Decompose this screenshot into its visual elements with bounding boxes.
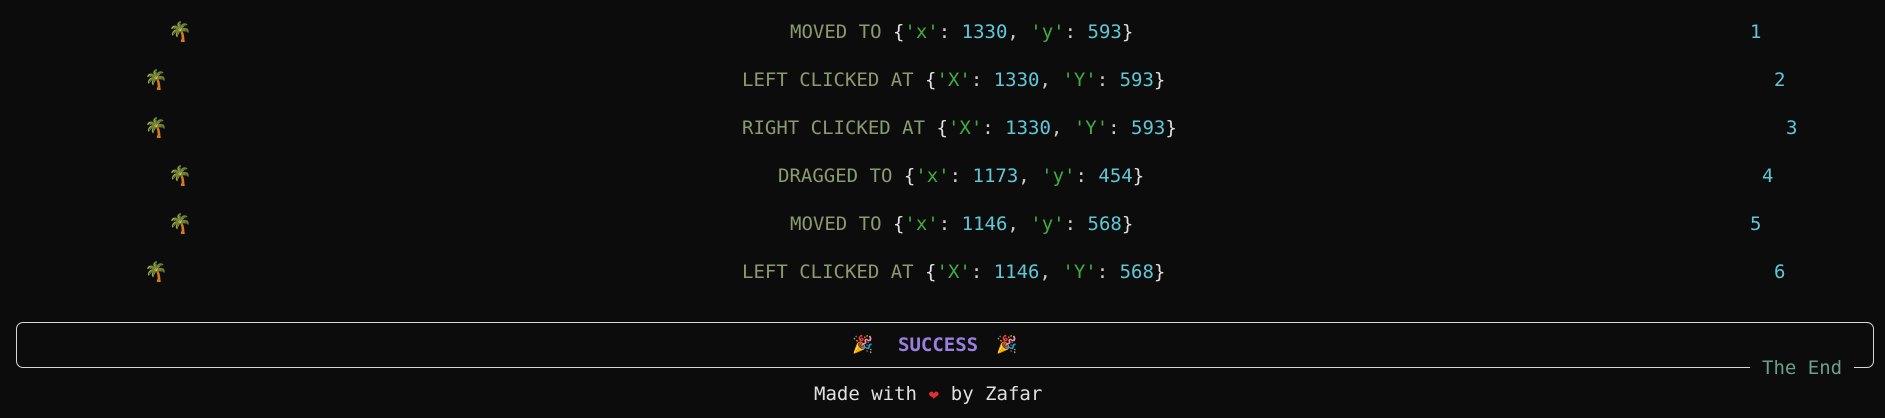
- log-action: DRAGGED TO: [778, 165, 893, 187]
- log-message: RIGHT CLICKED AT {'X': 1330, 'Y': 593}: [742, 117, 1177, 139]
- log-key-x: 'x': [904, 21, 939, 43]
- log-value-x: 1146: [961, 213, 1008, 235]
- footer-prefix: Made with: [814, 383, 917, 405]
- party-popper-icon: 🎉: [852, 335, 874, 355]
- log-row: 🌴 RIGHT CLICKED AT {'X': 1330, 'Y': 593}…: [0, 112, 1885, 144]
- log-value-x: 1330: [961, 21, 1008, 43]
- palm-tree-icon: 🌴: [168, 165, 192, 187]
- log-value-x: 1173: [972, 165, 1019, 187]
- log-value-y: 593: [1131, 117, 1166, 139]
- log-row: 🌴 LEFT CLICKED AT {'X': 1330, 'Y': 593} …: [0, 64, 1885, 96]
- log-action: LEFT CLICKED AT: [742, 69, 914, 91]
- log-value-x: 1146: [993, 261, 1040, 283]
- log-message: MOVED TO {'x': 1330, 'y': 593}: [790, 21, 1134, 43]
- log-key-x: 'x': [904, 213, 939, 235]
- log-value-y: 593: [1087, 21, 1122, 43]
- palm-tree-icon: 🌴: [144, 69, 168, 91]
- footer-credit: Made with ❤ by Zafar: [814, 378, 1042, 413]
- log-value-y: 568: [1087, 213, 1122, 235]
- log-index: 5: [1750, 213, 1762, 235]
- success-banner: 🎉 SUCCESS 🎉: [0, 328, 1885, 362]
- log-action: MOVED TO: [790, 21, 882, 43]
- log-key-x: 'x': [915, 165, 950, 187]
- log-key-y: 'y': [1030, 213, 1065, 235]
- log-value-y: 568: [1119, 261, 1154, 283]
- heart-icon: ❤: [928, 389, 940, 404]
- log-value-x: 1330: [993, 69, 1040, 91]
- success-label: SUCCESS: [898, 334, 979, 356]
- palm-tree-icon: 🌴: [144, 261, 168, 283]
- log-row: 🌴 MOVED TO {'x': 1330, 'y': 593} 1: [0, 16, 1885, 48]
- log-value-x: 1330: [1005, 117, 1051, 139]
- log-key-x: 'X': [936, 69, 971, 91]
- log-message: LEFT CLICKED AT {'X': 1330, 'Y': 593}: [742, 69, 1166, 91]
- log-action: LEFT CLICKED AT: [742, 261, 914, 283]
- log-row: 🌴 DRAGGED TO {'x': 1173, 'y': 454} 4: [0, 160, 1885, 192]
- log-index: 6: [1774, 261, 1786, 283]
- log-message: MOVED TO {'x': 1146, 'y': 568}: [790, 213, 1134, 235]
- log-key-y: 'Y': [1062, 69, 1097, 91]
- log-index: 1: [1750, 21, 1762, 43]
- log-index: 3: [1786, 117, 1798, 139]
- palm-tree-icon: 🌴: [168, 21, 192, 43]
- log-value-y: 454: [1098, 165, 1133, 187]
- party-popper-icon: 🎉: [996, 335, 1018, 355]
- log-message: LEFT CLICKED AT {'X': 1146, 'Y': 568}: [742, 261, 1166, 283]
- footer-suffix: by Zafar: [950, 383, 1043, 405]
- log-row: 🌴 MOVED TO {'x': 1146, 'y': 568} 5: [0, 208, 1885, 240]
- palm-tree-icon: 🌴: [168, 213, 192, 235]
- log-key-x: 'X': [947, 117, 983, 139]
- log-key-x: 'X': [936, 261, 971, 283]
- log-index: 2: [1774, 69, 1786, 91]
- log-key-y: 'Y': [1073, 117, 1109, 139]
- log-index: 4: [1762, 165, 1774, 187]
- log-key-y: 'y': [1041, 165, 1076, 187]
- log-action: MOVED TO: [790, 213, 882, 235]
- palm-tree-icon: 🌴: [144, 117, 168, 139]
- footer: Made with ❤ by Zafar: [0, 378, 1885, 410]
- log-message: DRAGGED TO {'x': 1173, 'y': 454}: [778, 165, 1145, 187]
- log-key-y: 'Y': [1062, 261, 1097, 283]
- log-key-y: 'y': [1030, 21, 1065, 43]
- log-value-y: 593: [1119, 69, 1154, 91]
- log-row: 🌴 LEFT CLICKED AT {'X': 1146, 'Y': 568} …: [0, 256, 1885, 288]
- log-action: RIGHT CLICKED AT: [742, 117, 926, 139]
